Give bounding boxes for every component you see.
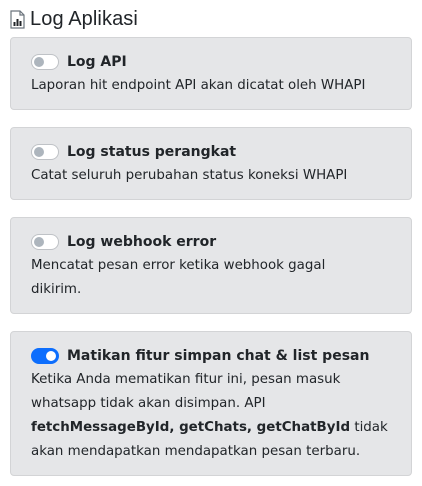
disable-chat-toggle[interactable] xyxy=(31,348,59,364)
setting-description: Mencatat pesan error ketika webhook gaga… xyxy=(31,258,326,297)
setting-card-log-webhook: Log webhook error Mencatat pesan error k… xyxy=(10,217,412,314)
log-status-toggle[interactable] xyxy=(31,144,59,160)
toggle-knob xyxy=(34,237,44,247)
toggle-knob xyxy=(46,351,56,361)
setting-card-log-api: Log API Laporan hit endpoint API akan di… xyxy=(10,37,412,110)
setting-card-disable-chat: Matikan fitur simpan chat & list pesan K… xyxy=(10,331,412,476)
setting-card-log-status: Log status perangkat Catat seluruh perub… xyxy=(10,127,412,200)
setting-description: Catat seluruh perubahan status koneksi W… xyxy=(31,168,348,183)
setting-description: Laporan hit endpoint API akan dicatat ol… xyxy=(31,78,366,93)
toggle-knob xyxy=(34,147,44,157)
setting-label: Matikan fitur simpan chat & list pesan xyxy=(67,348,370,364)
description-text: Ketika Anda mematikan fitur ini, pesan m… xyxy=(31,372,341,411)
api-names: fetchMessageById, getChats, getChatById xyxy=(31,420,351,435)
log-webhook-toggle[interactable] xyxy=(31,234,59,250)
page-title: Log Aplikasi xyxy=(30,7,138,30)
setting-label: Log status perangkat xyxy=(67,144,237,160)
setting-description: Ketika Anda mematikan fitur ini, pesan m… xyxy=(31,368,389,464)
setting-label: Log API xyxy=(67,54,127,70)
log-api-toggle[interactable] xyxy=(31,54,59,70)
setting-label: Log webhook error xyxy=(67,234,217,250)
chart-file-icon xyxy=(9,9,26,29)
toggle-knob xyxy=(34,57,44,67)
section-header: Log Aplikasi xyxy=(9,6,138,32)
